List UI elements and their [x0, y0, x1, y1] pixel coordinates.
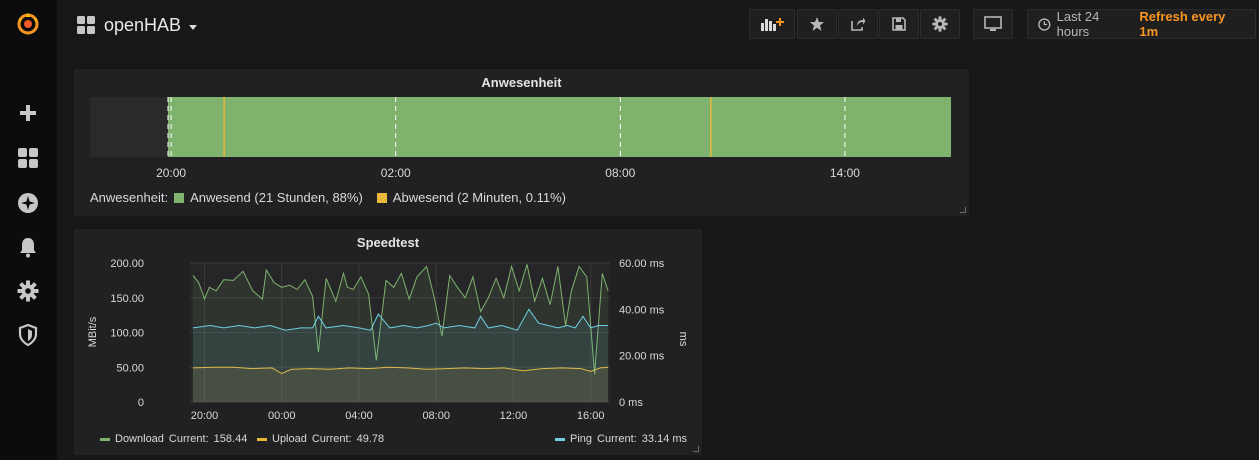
- dashboards-icon[interactable]: [14, 144, 42, 172]
- dashboards-icon: [77, 16, 95, 34]
- shield-icon[interactable]: [14, 321, 42, 349]
- save-button[interactable]: [879, 9, 919, 39]
- y-tick-label-left: 100.00: [110, 328, 144, 340]
- panel-resize-handle[interactable]: [960, 207, 966, 213]
- timeline-segment-no-data: [90, 97, 168, 157]
- share-icon: [851, 17, 866, 31]
- legend-item-upload[interactable]: Upload Current: 49.78: [257, 433, 384, 445]
- chevron-down-icon: [189, 24, 198, 30]
- timeline-segment-anwesend: [167, 97, 951, 157]
- y-tick-label-left: 50.00: [116, 362, 144, 374]
- y-tick-label-left: 200.00: [110, 258, 144, 270]
- legend-current-label: Current:: [597, 433, 637, 445]
- x-tick-label: 16:00: [577, 410, 605, 422]
- add-panel-icon: [761, 18, 784, 31]
- grafana-logo-icon[interactable]: [14, 10, 42, 38]
- clock-icon: [1038, 17, 1051, 31]
- speedtest-chart: 0 50.00 100.00 150.00 200.00 0 ms 20.00 ms 40.0…: [87, 258, 689, 422]
- x-tick-label: 20:00: [191, 410, 219, 422]
- y-tick-label-right: 0 ms: [619, 397, 643, 409]
- star-button[interactable]: [797, 9, 837, 39]
- legend-series-name: Ping: [570, 433, 593, 445]
- y-axis-label-right: ms: [677, 332, 689, 347]
- legend-line-upload: [257, 437, 267, 441]
- timeline-marker-abwesend: [710, 97, 712, 157]
- star-icon: [810, 17, 824, 31]
- dashboard-picker[interactable]: openHAB: [76, 12, 198, 38]
- x-tick-label: 14:00: [830, 166, 860, 180]
- x-tick-label: 04:00: [345, 410, 373, 422]
- y-tick-label-left: 150.00: [110, 293, 144, 305]
- legend-swatch-anwesend: [174, 192, 185, 203]
- settings-button[interactable]: [920, 9, 960, 39]
- x-tick-label: 08:00: [605, 166, 635, 180]
- legend-current-value: 49.78: [356, 433, 385, 445]
- y-tick-label-right: 20.00 ms: [619, 351, 665, 363]
- explore-compass-icon[interactable]: [14, 189, 42, 217]
- refresh-interval-label: Refresh every 1m: [1139, 9, 1226, 39]
- legend-item-anwesend[interactable]: Anwesend (21 Stunden, 88%): [190, 190, 363, 205]
- legend-series-name: Upload: [272, 433, 307, 445]
- tv-mode-button[interactable]: [973, 9, 1013, 39]
- legend-series-name: Download: [115, 433, 164, 445]
- x-tick-label: 00:00: [268, 410, 296, 422]
- timeline-marker-abwesend: [223, 97, 225, 157]
- legend-item-abwesend[interactable]: Abwesend (2 Minuten, 0.11%): [393, 190, 566, 205]
- legend-prefix: Anwesenheit:: [90, 190, 169, 205]
- legend-current-value: 33.14 ms: [641, 433, 688, 445]
- configuration-gear-icon[interactable]: [14, 277, 42, 305]
- panel-resize-handle[interactable]: [693, 446, 699, 452]
- y-axis-label-left: MBit/s: [87, 316, 99, 347]
- speedtest-panel: Speedtest 0 50.00 100.00 150.00 200.00 0 ms 20…: [74, 229, 702, 455]
- y-tick-label-right: 40.00 ms: [619, 304, 665, 316]
- save-icon: [892, 17, 906, 31]
- y-tick-label-left: 0: [138, 397, 144, 409]
- settings-gear-icon: [932, 16, 948, 32]
- anwesenheit-chart: 20:00 02:00 08:00 14:00: [90, 97, 951, 180]
- y-tick-label-right: 60.00 ms: [619, 258, 665, 270]
- tv-monitor-icon: [984, 16, 1002, 31]
- anwesenheit-panel: Anwesenheit 20:00 02:00 08:00 14:00 Anwesen…: [74, 69, 969, 216]
- legend-line-ping: [555, 437, 565, 441]
- legend-line-download: [100, 437, 110, 441]
- legend-current-value: 158.44: [213, 433, 248, 445]
- share-button[interactable]: [838, 9, 878, 39]
- legend-current-label: Current:: [168, 433, 209, 445]
- add-panel-button[interactable]: [749, 9, 795, 39]
- legend-item-download[interactable]: Download Current: 158.44: [100, 433, 247, 445]
- legend-swatch-abwesend: [376, 192, 387, 203]
- legend-current-label: Current:: [311, 433, 352, 445]
- x-tick-label: 08:00: [422, 410, 450, 422]
- sidebar: [0, 0, 57, 460]
- x-tick-label: 12:00: [500, 410, 528, 422]
- time-range-label: Last 24 hours: [1056, 9, 1100, 39]
- time-picker-button[interactable]: Last 24 hours Refresh every 1m: [1027, 9, 1256, 39]
- dashboard-title: openHAB: [104, 14, 182, 35]
- alerting-bell-icon[interactable]: [14, 233, 42, 261]
- plus-icon[interactable]: [14, 99, 42, 127]
- x-tick-label: 20:00: [156, 166, 186, 180]
- legend-item-ping[interactable]: Ping Current: 33.14 ms: [555, 433, 687, 445]
- x-tick-label: 02:00: [381, 166, 411, 180]
- anwesenheit-legend: Anwesenheit: Anwesend (21 Stunden, 88%) …: [90, 190, 566, 205]
